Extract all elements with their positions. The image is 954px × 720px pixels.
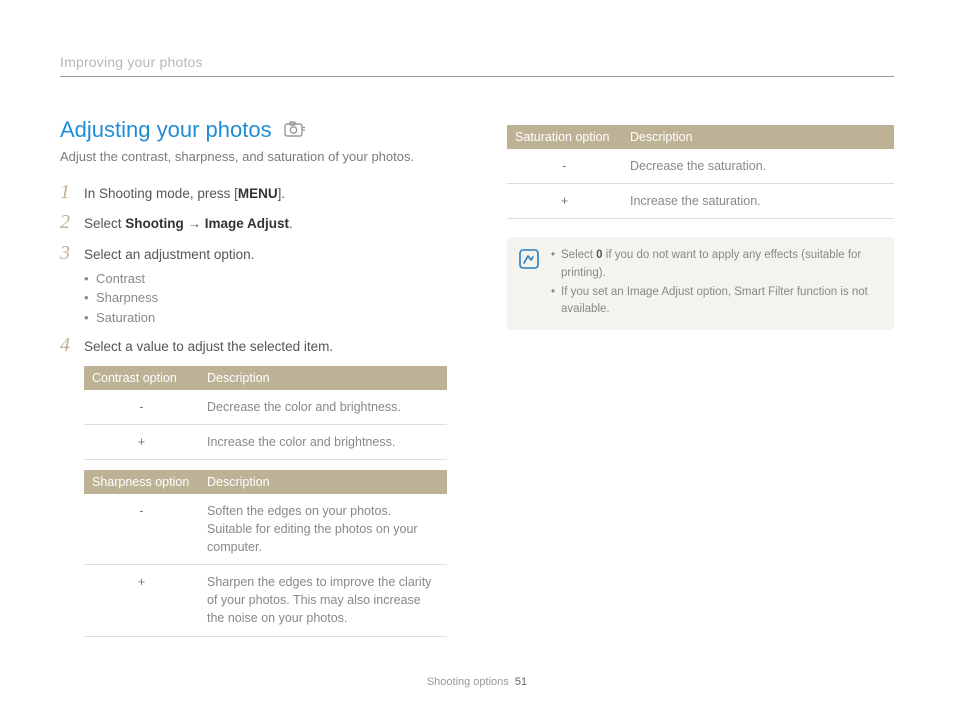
- step-number: 1: [60, 182, 74, 202]
- sharpness-r1c0: +: [84, 565, 199, 636]
- step-3: 3 Select an adjustment option. Contrast …: [60, 243, 447, 328]
- camera-icon: [284, 117, 306, 143]
- step-1: 1 In Shooting mode, press [MENU].: [60, 182, 447, 204]
- step-number: 4: [60, 335, 74, 355]
- sharpness-r0c1: Soften the edges on your photos. Suitabl…: [199, 494, 447, 565]
- section-subtitle: Adjust the contrast, sharpness, and satu…: [60, 149, 447, 164]
- table-row: - Soften the edges on your photos. Suita…: [84, 494, 447, 565]
- contrast-r0c0: -: [84, 390, 199, 425]
- note-line-0: Select 0 if you do not want to apply any…: [551, 247, 880, 282]
- step-2-pre: Select: [84, 216, 125, 231]
- contrast-h1: Description: [199, 366, 447, 390]
- saturation-h1: Description: [622, 125, 894, 149]
- saturation-table: Saturation option Description - Decrease…: [507, 125, 894, 219]
- step-2-post: .: [289, 216, 293, 231]
- table-row: + Sharpen the edges to improve the clari…: [84, 565, 447, 636]
- step-2: 2 Select Shooting → Image Adjust.: [60, 212, 447, 234]
- saturation-r1c0: +: [507, 184, 622, 219]
- table-row: + Increase the saturation.: [507, 184, 894, 219]
- table-row: + Increase the color and brightness.: [84, 424, 447, 459]
- steps-list: 1 In Shooting mode, press [MENU]. 2 Sele…: [60, 182, 447, 358]
- sharpness-r1c1: Sharpen the edges to improve the clarity…: [199, 565, 447, 636]
- bullet-saturation: Saturation: [84, 308, 254, 328]
- note-icon: [519, 249, 539, 320]
- note-l0-post: if you do not want to apply any effects …: [561, 249, 861, 278]
- breadcrumb: Improving your photos: [60, 54, 894, 77]
- saturation-r0c1: Decrease the saturation.: [622, 149, 894, 184]
- step-2-b2: Image Adjust: [205, 216, 289, 231]
- saturation-r1c1: Increase the saturation.: [622, 184, 894, 219]
- step-2-b1: Shooting: [125, 216, 183, 231]
- step-3-bullets: Contrast Sharpness Saturation: [84, 269, 254, 328]
- bullet-sharpness: Sharpness: [84, 288, 254, 308]
- sharpness-h0: Sharpness option: [84, 470, 199, 494]
- note-line-1: If you set an Image Adjust option, Smart…: [551, 284, 880, 319]
- contrast-r1c1: Increase the color and brightness.: [199, 424, 447, 459]
- left-column: Adjusting your photos Adjust the contras…: [60, 117, 447, 647]
- saturation-r0c0: -: [507, 149, 622, 184]
- footer-section: Shooting options: [427, 676, 509, 688]
- step-4: 4 Select a value to adjust the selected …: [60, 335, 447, 357]
- note-box: Select 0 if you do not want to apply any…: [507, 237, 894, 330]
- sharpness-h1: Description: [199, 470, 447, 494]
- table-row: - Decrease the color and brightness.: [84, 390, 447, 425]
- note-content: Select 0 if you do not want to apply any…: [551, 247, 880, 320]
- step-3-text: Select an adjustment option.: [84, 247, 254, 262]
- page-footer: Shooting options 51: [0, 676, 954, 688]
- step-number: 2: [60, 212, 74, 232]
- footer-page: 51: [515, 676, 527, 688]
- note-l0-pre: Select: [561, 249, 596, 261]
- contrast-table: Contrast option Description - Decrease t…: [84, 366, 447, 460]
- section-title-text: Adjusting your photos: [60, 117, 272, 143]
- section-title: Adjusting your photos: [60, 117, 447, 143]
- step-2-arrow: →: [184, 216, 205, 231]
- right-column: Saturation option Description - Decrease…: [507, 117, 894, 647]
- sharpness-table: Sharpness option Description - Soften th…: [84, 470, 447, 637]
- step-4-text: Select a value to adjust the selected it…: [84, 335, 333, 357]
- bullet-contrast: Contrast: [84, 269, 254, 289]
- saturation-h0: Saturation option: [507, 125, 622, 149]
- contrast-r0c1: Decrease the color and brightness.: [199, 390, 447, 425]
- table-row: - Decrease the saturation.: [507, 149, 894, 184]
- step-1-text-pre: In Shooting mode, press [: [84, 186, 238, 201]
- step-number: 3: [60, 243, 74, 263]
- step-1-text-post: ].: [278, 186, 286, 201]
- contrast-h0: Contrast option: [84, 366, 199, 390]
- sharpness-r0c0: -: [84, 494, 199, 565]
- menu-label: MENU: [238, 186, 278, 201]
- contrast-r1c0: +: [84, 424, 199, 459]
